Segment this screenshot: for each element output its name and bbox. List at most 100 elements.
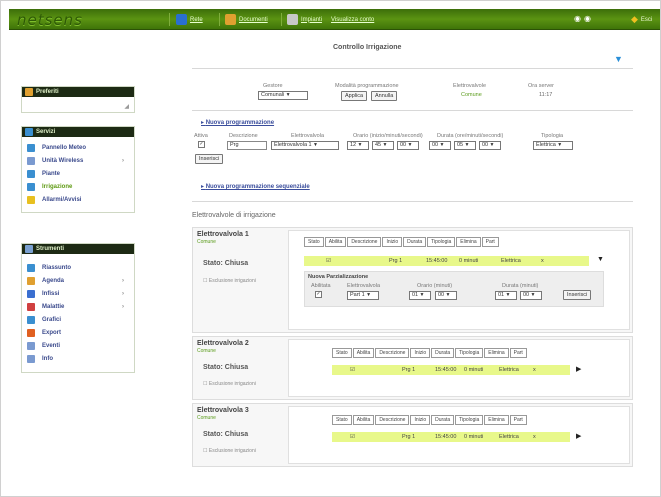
- sidebar-item-pin[interactable]: Infissi ›: [22, 288, 134, 300]
- active-checkbox[interactable]: ✓: [198, 141, 205, 148]
- partial-duration-hour[interactable]: 01: [495, 291, 517, 300]
- sidebar-item-label: Malattie: [42, 304, 65, 310]
- start-minute-select[interactable]: 45: [372, 141, 394, 150]
- col-stato[interactable]: Stato: [332, 415, 352, 425]
- nav-impianti[interactable]: Impianti Visualizza conto: [287, 14, 374, 25]
- sidebar-services: Servizi Pannello Meteo Unità Wireless › Pia…: [21, 126, 135, 213]
- sidebar-item-events[interactable]: Eventi: [22, 340, 134, 352]
- col-part[interactable]: Part: [509, 415, 527, 425]
- sequential-program-link[interactable]: Nuova programmazione sequenziale: [201, 183, 310, 190]
- row-enabled-check[interactable]: ☑: [326, 258, 331, 264]
- cancel-button[interactable]: Annulla: [371, 91, 398, 101]
- expand-arrow-icon[interactable]: ▶: [576, 432, 581, 440]
- settings-icon[interactable]: ◉: [584, 14, 591, 23]
- expand-arrow-icon[interactable]: ▶: [576, 365, 581, 373]
- col-abilita[interactable]: Abilita: [352, 415, 375, 425]
- col-part[interactable]: Part: [481, 237, 499, 247]
- col-elimina[interactable]: Elimina: [484, 348, 509, 358]
- desc-input[interactable]: Prg: [227, 141, 267, 150]
- col-tipologia[interactable]: Tipologia: [427, 237, 456, 247]
- col-inizio[interactable]: Inizio: [410, 348, 431, 358]
- col-inizio[interactable]: Inizio: [382, 237, 403, 247]
- start-hour-select[interactable]: 12: [347, 141, 369, 150]
- exclude-irrigation-option[interactable]: ☐ Esclusione irrigazioni: [203, 278, 256, 284]
- plant-system-icon: [287, 14, 298, 25]
- sidebar-tools: Strumenti Riassunto Agenda › Infissi › Malatt…: [21, 243, 135, 373]
- row-delete[interactable]: x: [541, 258, 544, 264]
- type-select[interactable]: Elettrica: [533, 141, 573, 150]
- expand-arrow-icon[interactable]: ▼: [597, 256, 604, 263]
- valve-programs-area: Stato Abilita Descrizione Inizio Durata …: [288, 230, 630, 330]
- col-descrizione[interactable]: Descrizione: [347, 237, 382, 247]
- sidebar-item-weather[interactable]: Pannello Meteo: [22, 142, 134, 154]
- col-durata[interactable]: Durata: [431, 415, 455, 425]
- nav-conto-label[interactable]: Visualizza conto: [331, 17, 374, 23]
- col-elimina[interactable]: Elimina: [484, 415, 509, 425]
- valve-subtitle: Comune: [197, 348, 216, 354]
- table-row[interactable]: ☑ Prg 1 15:45:00 0 minuti Elettrica x: [332, 365, 570, 375]
- sidebar-item-summary[interactable]: Riassunto: [22, 262, 134, 274]
- duration-label: Durata (ore/minuti/secondi): [437, 133, 504, 139]
- partial-start-hour[interactable]: 01: [409, 291, 431, 300]
- row-delete[interactable]: x: [533, 367, 536, 373]
- col-durata[interactable]: Durata: [431, 348, 455, 358]
- start-second-select[interactable]: 00: [397, 141, 419, 150]
- sidebar-item-chart[interactable]: Grafici: [22, 314, 134, 326]
- col-durata[interactable]: Durata: [403, 237, 427, 247]
- nav-rete[interactable]: Rete: [176, 14, 203, 25]
- sidebar-item-label: Info: [42, 356, 53, 362]
- filter-icon[interactable]: ▼: [614, 54, 623, 64]
- duration-second-select[interactable]: 00: [479, 141, 501, 150]
- col-part[interactable]: Part: [509, 348, 527, 358]
- new-program-link[interactable]: Nuova programmazione: [201, 119, 274, 126]
- exit-button[interactable]: ◆ Esci: [631, 14, 652, 25]
- partial-start-minute[interactable]: 00: [435, 291, 457, 300]
- col-elimina[interactable]: Elimina: [456, 237, 481, 247]
- valve-select[interactable]: Elettrovalvola 1: [271, 141, 339, 150]
- partial-valve-select[interactable]: Part 1: [347, 291, 379, 300]
- insert-button[interactable]: Inserisci: [195, 154, 224, 164]
- col-stato[interactable]: Stato: [332, 348, 352, 358]
- duration-minute-select[interactable]: 05: [454, 141, 476, 150]
- col-descrizione[interactable]: Descrizione: [375, 348, 410, 358]
- chevron-right-icon: ›: [122, 291, 124, 297]
- col-tipologia[interactable]: Tipologia: [455, 348, 484, 358]
- sidebar-item-bug[interactable]: Malattie ›: [22, 301, 134, 313]
- exclude-irrigation-option[interactable]: ☐ Esclusione irrigazioni: [203, 381, 256, 387]
- sidebar-item-warning[interactable]: Allarmi/Avvisi: [22, 194, 134, 206]
- sidebar-item-wireless[interactable]: Unità Wireless ›: [22, 155, 134, 167]
- row-desc: Prg 1: [402, 434, 416, 440]
- col-inizio[interactable]: Inizio: [410, 415, 431, 425]
- divider: [169, 13, 170, 26]
- sidebar-item-drop[interactable]: Irrigazione: [22, 181, 134, 193]
- search-icon[interactable]: ◉: [574, 14, 581, 23]
- row-type: Elettrica: [501, 258, 521, 264]
- row-enabled-check[interactable]: ☑: [350, 367, 355, 373]
- exclude-irrigation-option[interactable]: ☐ Esclusione irrigazioni: [203, 448, 256, 454]
- col-descrizione[interactable]: Descrizione: [375, 415, 410, 425]
- row-enabled-check[interactable]: ☑: [350, 434, 355, 440]
- row-duration: 0 minuti: [464, 434, 484, 440]
- nav-documenti[interactable]: Documenti: [225, 14, 268, 25]
- table-row[interactable]: ☑ Prg 1 15:45:00 0 minuti Elettrica x: [304, 256, 589, 266]
- col-stato[interactable]: Stato: [304, 237, 324, 247]
- sidebar-item-agenda[interactable]: Agenda ›: [22, 275, 134, 287]
- col-tipologia[interactable]: Tipologia: [455, 415, 484, 425]
- duration-hour-select[interactable]: 00: [429, 141, 451, 150]
- sidebar-item-label: Irrigazione: [42, 184, 73, 190]
- partial-insert-button[interactable]: Inserisci: [563, 290, 592, 300]
- sidebar-item-export[interactable]: Export: [22, 327, 134, 339]
- table-row[interactable]: ☑ Prg 1 15:45:00 0 minuti Elettrica x: [332, 432, 570, 442]
- row-delete[interactable]: x: [533, 434, 536, 440]
- sidebar-item-plant[interactable]: Piante: [22, 168, 134, 180]
- resize-icon[interactable]: ◢: [124, 103, 129, 110]
- sidebar-item-info[interactable]: Info: [22, 353, 134, 365]
- col-abilita[interactable]: Abilita: [352, 348, 375, 358]
- partial-active-checkbox[interactable]: ✓: [315, 291, 322, 298]
- col-abilita[interactable]: Abilita: [324, 237, 347, 247]
- gestore-select[interactable]: Comunali: [258, 91, 308, 100]
- sidebar-favorites-title: Preferiti: [36, 89, 59, 95]
- apply-button[interactable]: Applica: [341, 91, 368, 101]
- partial-duration-minute[interactable]: 00: [520, 291, 542, 300]
- export-icon: [27, 329, 35, 337]
